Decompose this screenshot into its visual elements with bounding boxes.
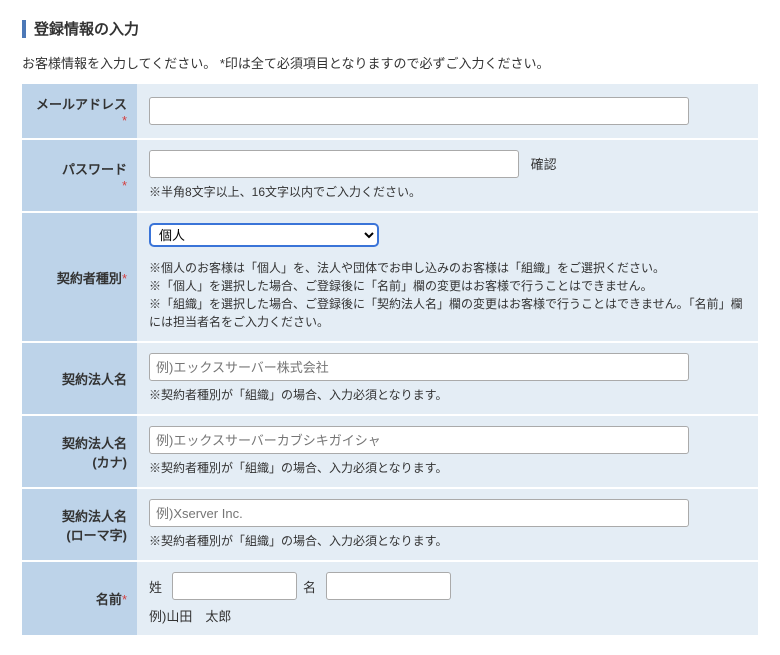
label-lastname: 姓 xyxy=(149,577,162,596)
password-field[interactable] xyxy=(149,150,519,178)
corp-name-field[interactable] xyxy=(149,353,689,381)
section-description: お客様情報を入力してください。 *印は全て必須項目となりますので必ずご入力くださ… xyxy=(22,53,758,72)
lastname-field[interactable] xyxy=(172,572,297,600)
required-mark: * xyxy=(122,178,127,193)
contractor-type-select[interactable]: 個人 xyxy=(149,223,379,247)
corp-roman-note: ※契約者種別が「組織」の場合、入力必須となります。 xyxy=(149,532,746,550)
required-mark: * xyxy=(122,271,127,286)
type-note-3: ※「組織」を選択した場合、ご登録後に「契約法人名」欄の変更はお客様で行うことはで… xyxy=(149,295,746,331)
label-corp-name-roman: 契約法人名(ローマ字) xyxy=(22,488,137,561)
corp-kana-note: ※契約者種別が「組織」の場合、入力必須となります。 xyxy=(149,459,746,477)
password-note: ※半角8文字以上、16文字以内でご入力ください。 xyxy=(149,183,746,201)
email-field[interactable] xyxy=(149,97,689,125)
corp-name-kana-field[interactable] xyxy=(149,426,689,454)
label-corp-name: 契約法人名 xyxy=(22,342,137,415)
section-header: 登録情報の入力 xyxy=(22,18,758,39)
type-note-1: ※個人のお客様は「個人」を、法人や団体でお申し込みのお客様は「組織」をご選択くだ… xyxy=(149,259,746,277)
label-firstname: 名 xyxy=(303,577,316,596)
page-title: 登録情報の入力 xyxy=(34,18,139,39)
label-email: メールアドレス* xyxy=(22,84,137,139)
label-corp-name-kana: 契約法人名(カナ) xyxy=(22,415,137,488)
password-confirm-label: 確認 xyxy=(531,157,557,172)
required-mark: * xyxy=(122,113,127,128)
corp-note: ※契約者種別が「組織」の場合、入力必須となります。 xyxy=(149,386,746,404)
firstname-field[interactable] xyxy=(326,572,451,600)
corp-name-roman-field[interactable] xyxy=(149,499,689,527)
registration-form: メールアドレス* パスワード* 確認 ※半角8文字以上、16文字以内でご入力くだ… xyxy=(22,84,758,637)
label-contractor-type: 契約者種別* xyxy=(22,212,137,342)
label-name: 名前* xyxy=(22,561,137,636)
type-note-2: ※「個人」を選択した場合、ご登録後に「名前」欄の変更はお客様で行うことはできませ… xyxy=(149,277,746,295)
label-password: パスワード* xyxy=(22,139,137,212)
required-mark: * xyxy=(122,592,127,607)
accent-bar-icon xyxy=(22,20,26,38)
name-example: 例)山田 太郎 xyxy=(149,606,746,625)
